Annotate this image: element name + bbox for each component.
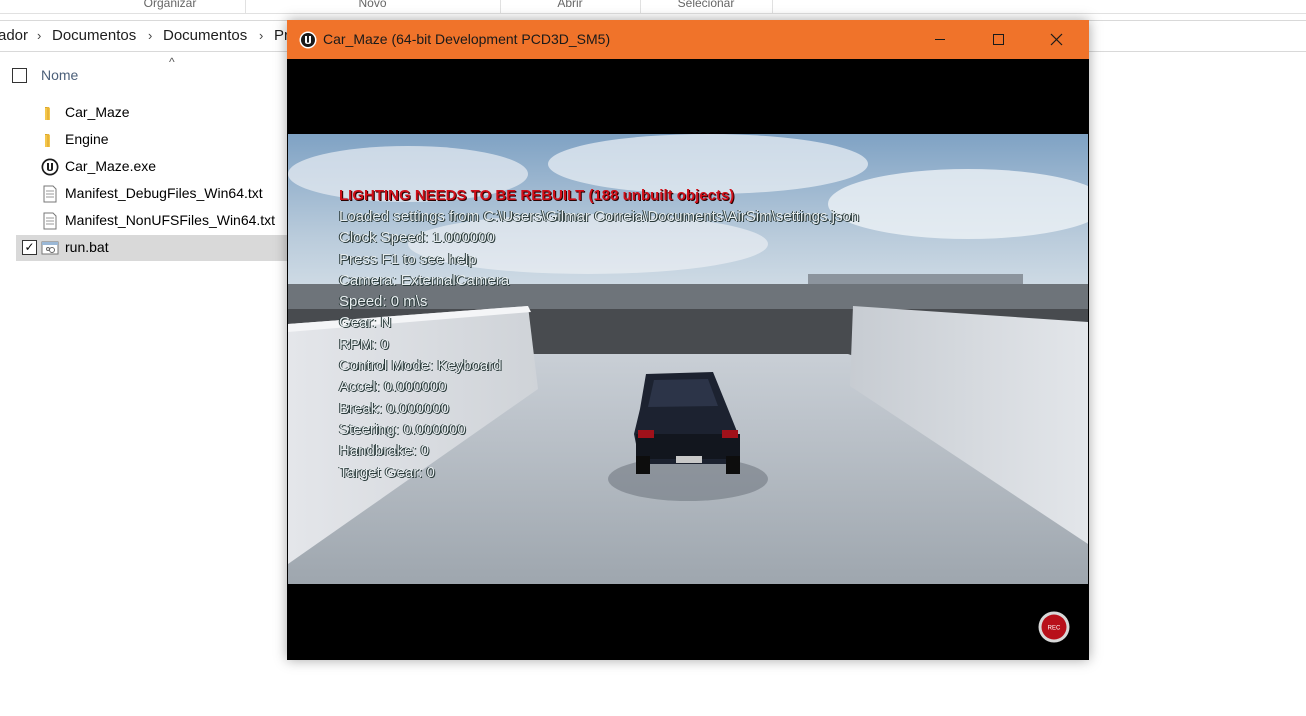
file-name: Manifest_DebugFiles_Win64.txt [65, 185, 263, 201]
unreal-logo-icon [299, 31, 317, 49]
ribbon-group-labels: Organizar Novo Abrir Selecionar [0, 0, 1306, 14]
hud-target-gear: Target Gear: 0 [339, 463, 435, 481]
column-header-name[interactable]: Nome [41, 67, 78, 83]
hud-break: Break: 0.000000 [339, 399, 450, 417]
sort-ascending-icon: ^ [169, 55, 175, 69]
minimize-button[interactable] [911, 20, 969, 59]
folder-icon [45, 134, 50, 147]
ribbon-group-label: Abrir [557, 0, 583, 10]
folder-icon [45, 107, 50, 120]
game-viewport[interactable]: LIGHTING NEEDS TO BE REBUILT (188 unbuil… [288, 59, 1088, 659]
file-name: Car_Maze [65, 104, 130, 120]
list-item[interactable]: ✓ run.bat [16, 235, 306, 261]
hud-handbrake: Handbrake: 0 [339, 442, 430, 460]
minimize-icon [935, 39, 945, 40]
close-button[interactable] [1027, 20, 1085, 59]
list-item[interactable]: Engine [16, 127, 306, 153]
window-title: Car_Maze (64-bit Development PCD3D_SM5) [323, 31, 611, 47]
column-header: Nome ^ [0, 55, 300, 92]
hud-clock-speed: Clock Speed: 1.000000 [339, 229, 495, 247]
ribbon-group-organize: Organizar [95, 0, 246, 13]
hud-gear: Gear: N [339, 314, 392, 332]
hud-speed: Speed: 0 m\s [339, 293, 428, 311]
hud-overlay: LIGHTING NEEDS TO BE REBUILT (188 unbuil… [339, 185, 859, 483]
ribbon-group-label: Selecionar [677, 0, 735, 10]
text-file-icon [43, 185, 57, 203]
select-all-checkbox[interactable] [12, 68, 27, 83]
ribbon-group-select: Selecionar [640, 0, 773, 13]
chevron-right-icon[interactable]: › [37, 28, 41, 43]
file-name: Engine [65, 131, 109, 147]
batch-file-icon [41, 241, 59, 255]
ribbon-group-label: Organizar [143, 0, 197, 10]
lighting-warning: LIGHTING NEEDS TO BE REBUILT (188 unbuil… [339, 187, 735, 204]
list-item[interactable]: Car_Maze [16, 100, 306, 126]
ribbon-group-label: Novo [358, 0, 387, 10]
ribbon-group-open: Abrir [500, 0, 641, 13]
hud-help-hint: Press F1 to see help [339, 250, 477, 268]
text-file-icon [43, 212, 57, 230]
chevron-right-icon[interactable]: › [148, 28, 152, 43]
hud-settings-path: Loaded settings from C:\Users\Gilmar Cor… [339, 208, 860, 225]
item-checkbox[interactable]: ✓ [22, 240, 37, 255]
file-name: Manifest_NonUFSFiles_Win64.txt [65, 212, 276, 228]
breadcrumb-item[interactable]: ador [0, 27, 28, 44]
close-icon [1050, 33, 1063, 46]
file-name: Car_Maze.exe [65, 158, 157, 174]
breadcrumb-item[interactable]: Documentos [163, 27, 247, 44]
hud-steering: Steering: 0.000000 [339, 420, 466, 438]
breadcrumb-item[interactable]: Documentos [52, 27, 136, 44]
list-item[interactable]: Car_Maze.exe [16, 154, 306, 180]
chevron-right-icon[interactable]: › [259, 28, 263, 43]
unreal-app-icon [41, 158, 59, 176]
record-button-label: REC [1048, 626, 1061, 632]
list-item[interactable]: Manifest_NonUFSFiles_Win64.txt [16, 208, 306, 234]
file-name: run.bat [65, 239, 109, 255]
maximize-button[interactable] [969, 20, 1027, 59]
hud-camera: Camera: ExternalCamera [339, 271, 510, 289]
ribbon-group-new: Novo [245, 0, 501, 13]
hud-control-mode: Control Mode: Keyboard [339, 357, 502, 375]
list-item[interactable]: Manifest_DebugFiles_Win64.txt [16, 181, 306, 207]
record-button[interactable]: REC [1038, 611, 1070, 643]
hud-accel: Accel: 0.000000 [339, 378, 447, 396]
maximize-icon [993, 34, 1004, 45]
game-window[interactable]: Car_Maze (64-bit Development PCD3D_SM5) [287, 20, 1089, 660]
window-titlebar[interactable]: Car_Maze (64-bit Development PCD3D_SM5) [287, 20, 1089, 59]
hud-rpm: RPM: 0 [339, 335, 390, 353]
